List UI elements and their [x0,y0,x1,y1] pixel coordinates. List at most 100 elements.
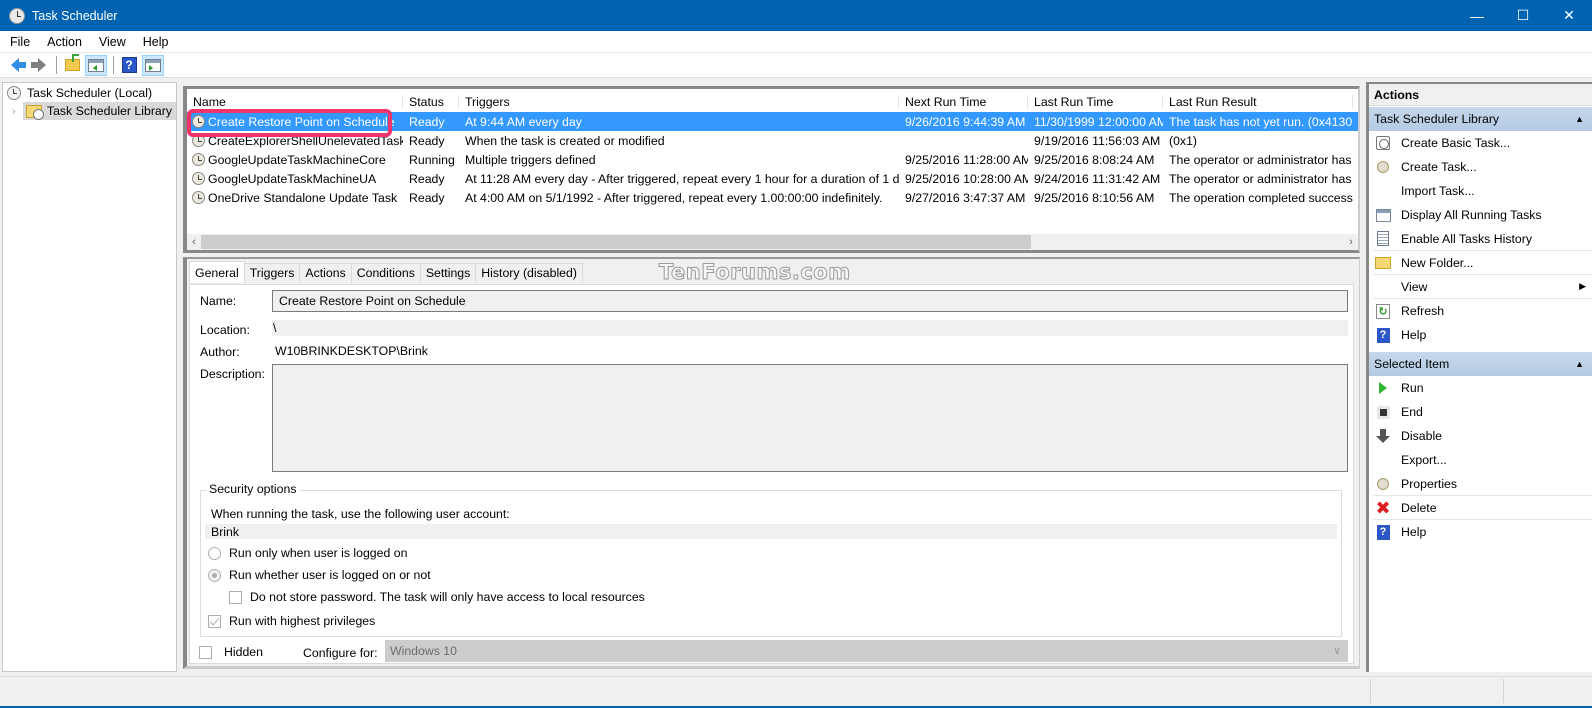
action-export[interactable]: Export... [1369,448,1592,472]
task-row[interactable]: CreateExplorerShellUnelevatedTask Ready … [187,131,1358,150]
author-label: Author: [200,345,240,359]
action-label: Import Task... [1401,184,1475,198]
task-row[interactable]: GoogleUpdateTaskMachineCore Running Mult… [187,150,1358,169]
run-highest-privileges-option[interactable]: Run with highest privileges [208,614,375,628]
task-triggers: Multiple triggers defined [465,152,596,167]
task-name: OneDrive Standalone Update Task [208,190,398,205]
minimize-button[interactable]: — [1454,0,1500,31]
task-triggers: At 4:00 AM on 5/1/1992 - After triggered… [465,190,883,205]
hidden-option[interactable]: Hidden [199,645,263,659]
menu-file[interactable]: File [0,35,37,49]
close-button[interactable]: ✕ [1546,0,1592,31]
do-not-store-password-option[interactable]: Do not store password. The task will onl… [229,590,645,604]
task-triggers: When the task is created or modified [465,133,665,148]
configure-for-value: Windows 10 [390,644,457,658]
column-header-triggers[interactable]: Triggers [459,95,899,109]
action-display-running-tasks[interactable]: Display All Running Tasks [1369,203,1592,227]
tab-conditions[interactable]: Conditions [350,263,421,283]
task-row[interactable]: Create Restore Point on Schedule Ready A… [187,112,1358,131]
section-title: Task Scheduler Library [1374,112,1500,126]
hidden-label: Hidden [224,645,263,659]
action-enable-tasks-history[interactable]: Enable All Tasks History [1373,227,1592,251]
action-new-folder[interactable]: New Folder... [1373,251,1592,275]
up-one-level-button[interactable] [61,54,83,76]
tab-triggers[interactable]: Triggers [243,263,301,283]
scrollbar-thumb[interactable] [201,235,1031,249]
expand-chevron-icon[interactable]: › [9,106,19,117]
action-view[interactable]: View ▶ [1373,275,1592,299]
column-header-last-run-time[interactable]: Last Run Time [1028,95,1163,109]
action-run[interactable]: Run [1369,376,1592,400]
menu-action[interactable]: Action [37,35,89,49]
radio-button-selected[interactable] [208,568,221,582]
task-status: Ready [409,133,445,148]
task-last-result: The operator or administrator has re [1169,171,1353,186]
general-tab-panel: Name: Create Restore Point on Schedule L… [189,284,1354,664]
scroll-left-button[interactable]: ‹ [187,234,201,250]
action-label: Refresh [1401,304,1445,318]
action-end[interactable]: End [1369,400,1592,424]
action-label: Properties [1401,476,1458,491]
action-help-library[interactable]: ? Help [1369,323,1592,347]
menu-view[interactable]: View [89,35,133,49]
action-label: Export... [1401,453,1447,467]
console-tree: Task Scheduler (Local) › Task Scheduler … [2,82,177,672]
back-button[interactable] [4,55,26,76]
action-label: Run [1401,381,1424,395]
show-hide-action-pane-button[interactable] [142,54,164,76]
action-create-task[interactable]: Create Task... [1369,155,1592,179]
column-header-last-run-result[interactable]: Last Run Result [1163,95,1353,109]
task-list: Name Status Triggers Next Run Time Last … [183,86,1360,253]
description-field[interactable] [272,364,1348,472]
maximize-button[interactable]: ☐ [1500,0,1546,31]
task-row[interactable]: OneDrive Standalone Update Task Ready At… [187,188,1358,207]
hidden-checkbox[interactable] [199,645,212,659]
task-row[interactable]: GoogleUpdateTaskMachineUA Ready At 11:28… [187,169,1358,188]
action-disable[interactable]: Disable [1369,424,1592,448]
action-label: Create Task... [1401,160,1477,174]
radio-button[interactable] [208,546,221,560]
checkbox[interactable] [229,590,242,604]
tree-item-selected: Task Scheduler Library [22,102,176,120]
task-last-run: 11/30/1999 12:00:00 AM [1034,114,1163,129]
configure-for-select[interactable]: Windows 10 ∨ [385,640,1348,662]
detail-tabs: General Triggers Actions Conditions Sett… [189,261,583,284]
collapse-arrow-icon[interactable]: ▲ [1575,114,1584,124]
action-import-task[interactable]: Import Task... [1369,179,1592,203]
tab-history[interactable]: History (disabled) [475,263,583,283]
name-field[interactable]: Create Restore Point on Schedule [272,290,1348,312]
horizontal-scrollbar[interactable]: ‹ › [187,234,1358,250]
column-header-next-run-time[interactable]: Next Run Time [899,95,1028,109]
action-create-basic-task[interactable]: Create Basic Task... [1369,131,1592,155]
tab-settings[interactable]: Settings [419,263,477,283]
description-label: Description: [200,367,265,381]
account-prompt: When running the task, use the following… [211,507,510,521]
tab-general[interactable]: General [189,261,245,283]
column-header-status[interactable]: Status [403,95,459,109]
menu-help[interactable]: Help [133,35,176,49]
checkbox-checked[interactable] [208,614,221,628]
tab-actions[interactable]: Actions [299,263,352,283]
help-button[interactable]: ? [118,55,140,76]
task-name: GoogleUpdateTaskMachineCore [208,152,386,167]
action-properties[interactable]: Properties [1373,472,1592,496]
task-last-result: The operation completed successful [1169,190,1353,205]
forward-button[interactable] [28,55,50,76]
show-hide-console-tree-button[interactable] [85,54,107,76]
task-triggers: At 11:28 AM every day - After triggered,… [465,171,899,186]
section-task-scheduler-library[interactable]: Task Scheduler Library ▲ [1369,107,1592,131]
action-help-selected[interactable]: ? Help [1369,520,1592,544]
collapse-arrow-icon[interactable]: ▲ [1575,359,1584,369]
action-delete[interactable]: ✖ Delete [1373,496,1592,520]
run-whether-logged-on-option[interactable]: Run whether user is logged on or not [208,568,431,582]
action-refresh[interactable]: ↻ Refresh [1369,299,1592,323]
tree-item-task-scheduler-library[interactable]: › Task Scheduler Library [3,102,176,120]
run-only-logged-on-option[interactable]: Run only when user is logged on [208,546,407,560]
security-options-group: Security options When running the task, … [200,482,1342,637]
section-selected-item[interactable]: Selected Item ▲ [1369,352,1592,376]
tree-item-task-scheduler-local[interactable]: Task Scheduler (Local) [3,84,176,102]
column-header-name[interactable]: Name [187,95,403,109]
window-title: Task Scheduler [32,8,118,23]
scroll-right-button[interactable]: › [1344,234,1358,250]
action-label: Delete [1401,500,1437,515]
